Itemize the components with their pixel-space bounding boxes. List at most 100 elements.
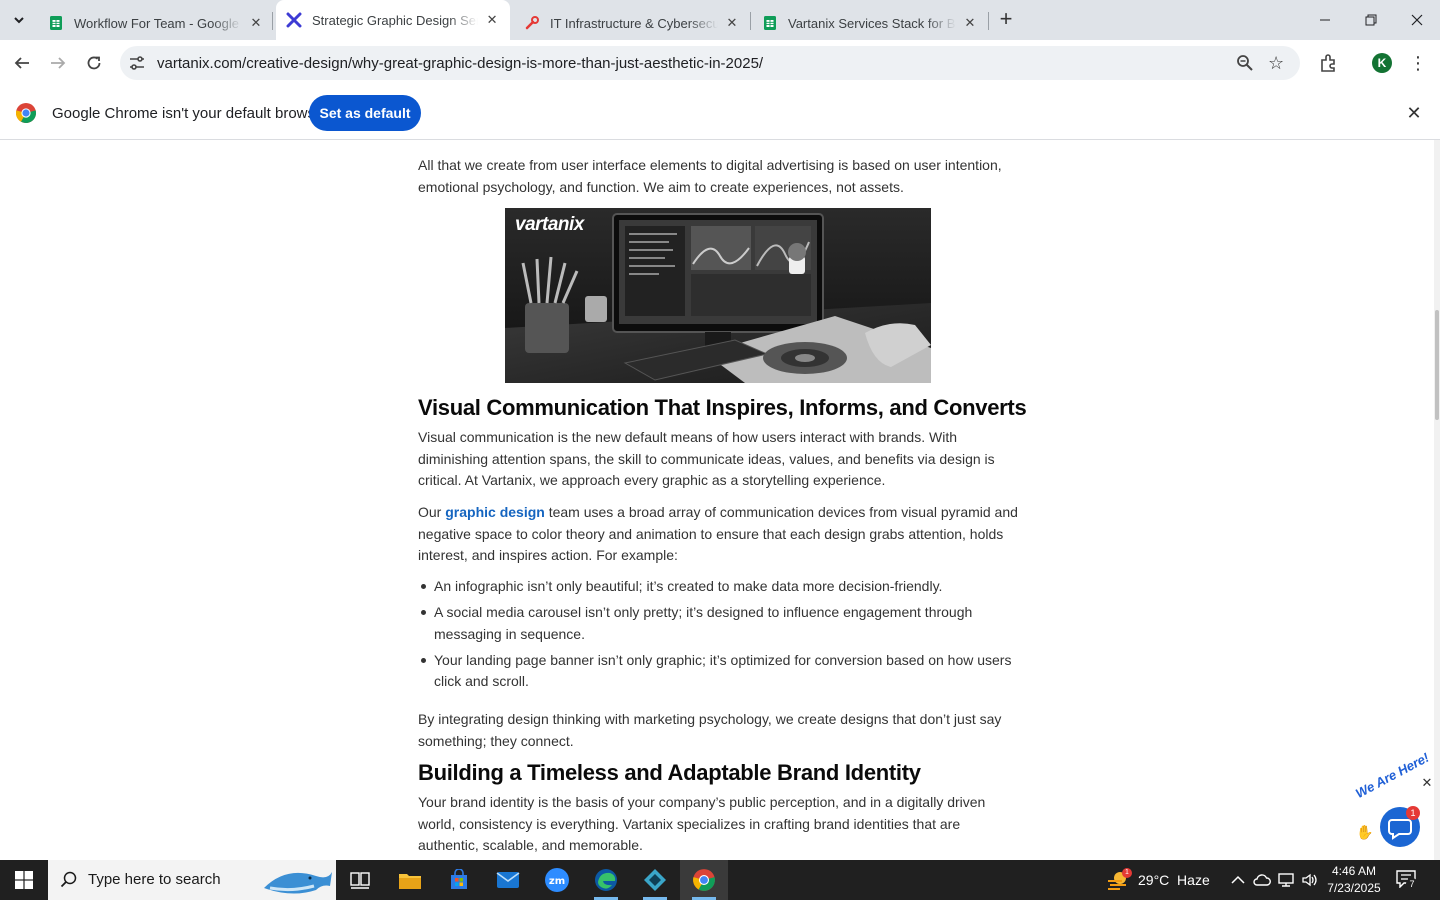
windows-taskbar: Type here to search zm 1 29°C Haze 4:46 … [0, 860, 1440, 900]
chevron-down-icon [14, 17, 24, 24]
sheets-icon [764, 16, 776, 30]
extensions-icon[interactable] [1318, 52, 1340, 74]
paragraph: Our graphic design team uses a broad arr… [418, 502, 1022, 567]
back-button[interactable] [8, 49, 36, 77]
tab-close-icon[interactable]: ✕ [248, 15, 264, 31]
new-tab-button[interactable]: + [994, 8, 1018, 32]
notification-center-button[interactable]: 7 [1396, 870, 1418, 890]
chat-widget-close-icon[interactable]: ✕ [1420, 776, 1434, 790]
mail-icon [496, 872, 520, 888]
task-view-button[interactable] [336, 860, 384, 900]
network-button[interactable] [1274, 860, 1298, 900]
edge-icon [595, 869, 617, 891]
diamond-app-icon [644, 869, 666, 891]
intro-paragraph: All that we create from user interface e… [418, 157, 1002, 195]
default-browser-infobar: Google Chrome isn't your default browser… [0, 86, 1440, 140]
tab-close-icon[interactable]: ✕ [962, 15, 978, 31]
onedrive-button[interactable] [1250, 860, 1274, 900]
tab-separator [750, 12, 751, 30]
windows-logo-icon [15, 871, 33, 889]
start-button[interactable] [0, 860, 48, 900]
chevron-up-icon [1231, 875, 1245, 884]
arrow-right-icon [51, 57, 66, 69]
address-bar[interactable]: vartanix.com/creative-design/why-great-g… [120, 46, 1300, 80]
chrome-button[interactable] [680, 860, 728, 900]
chat-unread-badge: 1 [1406, 806, 1420, 820]
tab-workflow[interactable]: Workflow For Team - Google Sheets ✕ [38, 6, 274, 40]
browser-toolbar: vartanix.com/creative-design/why-great-g… [0, 40, 1440, 86]
zoom-icon[interactable] [1236, 54, 1254, 72]
url-text[interactable]: vartanix.com/creative-design/why-great-g… [157, 55, 763, 72]
clock-time: 4:46 AM [1331, 864, 1377, 878]
volume-button[interactable] [1298, 860, 1322, 900]
tab-close-icon[interactable]: ✕ [724, 15, 740, 31]
sheets-icon [50, 16, 62, 30]
infobar-message: Google Chrome isn't your default browser [52, 105, 329, 122]
forward-button[interactable] [44, 49, 72, 77]
store-icon [451, 869, 467, 889]
scrollbar-thumb[interactable] [1435, 310, 1439, 420]
edge-button[interactable] [582, 860, 630, 900]
tab-separator [272, 12, 273, 30]
list-item: An infographic isn’t only beautiful; it’… [421, 576, 1024, 598]
chrome-logo-icon [15, 103, 37, 124]
search-placeholder: Type here to search [88, 871, 221, 888]
search-icon [60, 871, 77, 888]
set-as-default-button[interactable]: Set as default [309, 95, 421, 131]
microsoft-store-button[interactable] [435, 860, 483, 900]
svg-text:zm: zm [549, 876, 565, 887]
paragraph: Your brand identity is the basis of your… [418, 794, 986, 853]
text: Our [418, 504, 446, 520]
waving-hand-icon: ✋ [1356, 824, 1374, 840]
tab-separator [988, 12, 989, 30]
mail-button[interactable] [484, 860, 532, 900]
profile-avatar[interactable]: K [1372, 53, 1392, 73]
hero-image: vartanix [505, 208, 931, 383]
weather-text[interactable]: 29°C Haze [1138, 860, 1210, 900]
task-view-icon [350, 872, 370, 889]
file-explorer-button[interactable] [386, 860, 434, 900]
window-close-button[interactable] [1394, 0, 1440, 40]
browser-menu-icon[interactable]: ⋮ [1408, 52, 1428, 74]
tool-icon [525, 16, 539, 30]
show-hidden-icons-button[interactable] [1226, 860, 1250, 900]
tab-close-icon[interactable]: ✕ [484, 12, 500, 28]
tab-title: IT Infrastructure & Cybersecurity [550, 15, 718, 31]
section-heading-visual-communication: Visual Communication That Inspires, Info… [418, 395, 1027, 420]
infobar-close-icon[interactable]: ✕ [1404, 103, 1424, 123]
cloud-icon [1253, 874, 1271, 886]
vartanix-logo: vartanix [515, 214, 584, 235]
restore-button[interactable] [1348, 0, 1394, 40]
list-item: A social media carousel isn’t only prett… [421, 602, 1024, 645]
minimize-icon [1320, 19, 1330, 21]
tab-search-button[interactable] [6, 8, 32, 32]
tab-strategic-graphic-design[interactable]: Strategic Graphic Design Services ✕ [276, 0, 510, 40]
site-settings-icon[interactable] [128, 54, 146, 72]
plus-icon: + [999, 6, 1013, 31]
reload-button[interactable] [80, 49, 108, 77]
tab-vartanix-services[interactable]: Vartanix Services Stack for Blog ✕ [752, 6, 988, 40]
zoom-app-icon: zm [545, 868, 569, 892]
example-list: An infographic isn’t only beautiful; it’… [421, 576, 1024, 697]
whale-search-highlight-icon [256, 862, 336, 898]
tab-title: Vartanix Services Stack for Blog [788, 15, 956, 31]
taskbar-search-box[interactable]: Type here to search [48, 860, 336, 900]
network-icon [1278, 873, 1294, 887]
page-scrollbar[interactable] [1434, 140, 1440, 860]
vartanix-icon [286, 12, 302, 28]
list-item: Your landing page banner isn’t only grap… [421, 650, 1024, 693]
zoom-app-button[interactable]: zm [533, 860, 581, 900]
restore-icon [1365, 14, 1377, 26]
system-clock[interactable]: 4:46 AM 7/23/2025 [1322, 863, 1386, 897]
weather-button[interactable]: 1 [1100, 860, 1136, 900]
clock-date: 7/23/2025 [1327, 881, 1381, 895]
tab-it-infrastructure[interactable]: IT Infrastructure & Cybersecurity ✕ [514, 6, 750, 40]
graphic-design-link[interactable]: graphic design [445, 504, 545, 520]
app-launcher-button[interactable] [631, 860, 679, 900]
minimize-button[interactable] [1302, 0, 1348, 40]
section-heading-brand-identity: Building a Timeless and Adaptable Brand … [418, 760, 921, 785]
tab-title: Workflow For Team - Google Sheets [74, 15, 242, 31]
tab-strip: Workflow For Team - Google Sheets ✕ Stra… [0, 0, 1440, 40]
bookmark-star-icon[interactable]: ☆ [1268, 53, 1284, 74]
chrome-icon [693, 869, 715, 891]
